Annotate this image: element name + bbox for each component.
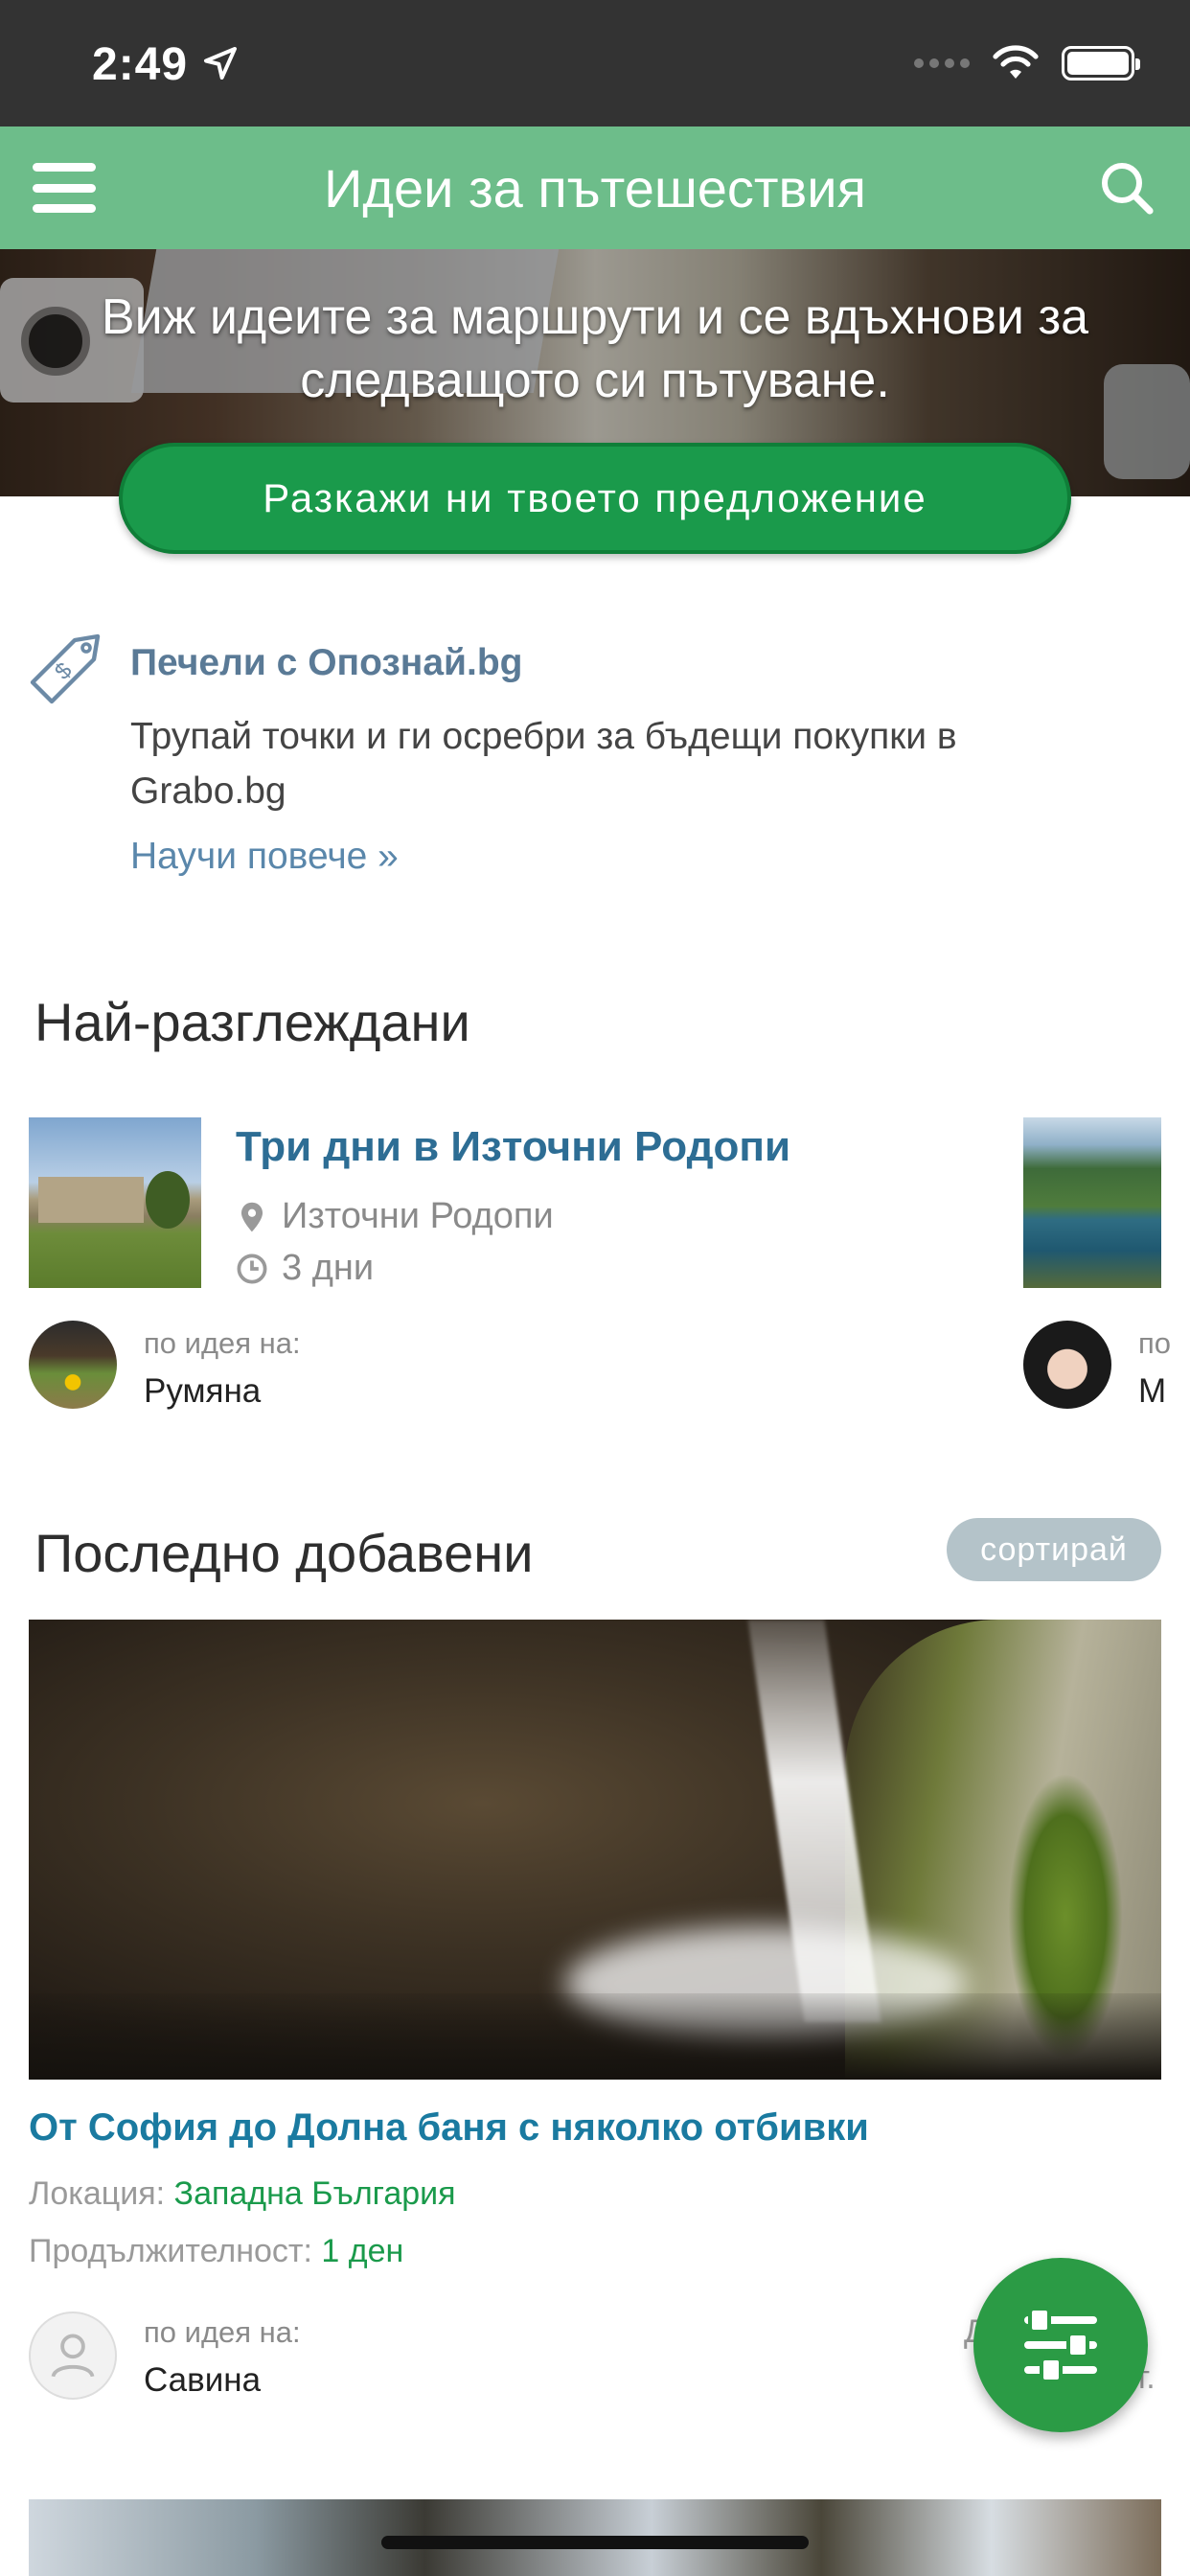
location-label: Локация: xyxy=(29,2175,166,2212)
location-pin-icon xyxy=(240,1202,263,1231)
most-viewed-location: Източни Родопи xyxy=(236,1196,554,1237)
status-bar: 2:49 xyxy=(0,0,1190,126)
status-time: 2:49 xyxy=(92,39,189,90)
user-placeholder-icon xyxy=(51,2334,95,2378)
most-viewed-thumbnail-next[interactable] xyxy=(1023,1117,1161,1288)
latest-item-duration: Продължителност: 1 ден xyxy=(29,2233,403,2270)
learn-more-link[interactable]: Научи повече » xyxy=(130,836,399,878)
status-indicators xyxy=(914,44,1140,82)
page-title: Идеи за пътешествия xyxy=(324,158,866,218)
home-indicator xyxy=(381,2536,809,2549)
avatar[interactable] xyxy=(29,2312,117,2400)
promo-title[interactable]: Печели с Опознай.bg xyxy=(130,642,522,684)
author-name-partial[interactable]: М xyxy=(1138,1372,1166,1411)
hero-text: Виж идеите за маршрути и се вдъхнови за … xyxy=(101,289,1089,408)
author-name[interactable]: Савина xyxy=(144,2361,261,2400)
latest-item-title[interactable]: От София до Долна баня с няколко отбивки xyxy=(29,2106,869,2150)
money-tag-icon: $ xyxy=(30,633,101,704)
duration-label: Продължителност: xyxy=(29,2233,312,2269)
location-text: Източни Родопи xyxy=(282,1196,554,1236)
author-label: по идея на: xyxy=(144,2315,301,2349)
wifi-icon xyxy=(993,45,1039,79)
latest-item-image[interactable] xyxy=(29,1620,1161,2080)
location-arrow-icon xyxy=(204,47,237,80)
submit-suggestion-button[interactable]: Разкажи ни твоето предложение xyxy=(119,443,1071,554)
nav-bar: Идеи за пътешествия xyxy=(0,126,1190,249)
promo-description: Трупай точки и ги осребри за бъдещи поку… xyxy=(130,716,957,812)
most-viewed-thumbnail[interactable] xyxy=(29,1117,201,1288)
avatar[interactable] xyxy=(1023,1321,1111,1409)
latest-heading: Последно добавени xyxy=(34,1523,534,1583)
author-label-partial: по xyxy=(1138,1326,1172,1360)
duration-text: 3 дни xyxy=(282,1248,375,1288)
battery-icon xyxy=(1062,46,1140,80)
search-icon[interactable] xyxy=(1098,159,1156,217)
avatar[interactable] xyxy=(29,1321,117,1409)
duration-value: 1 ден xyxy=(321,2233,404,2269)
filter-button[interactable] xyxy=(973,2258,1148,2432)
cellular-signal-icon xyxy=(914,58,970,68)
clock-icon xyxy=(237,1254,267,1283)
author-label: по идея на: xyxy=(144,1326,301,1360)
author-name[interactable]: Румяна xyxy=(144,1372,261,1411)
filter-sliders-icon xyxy=(1024,2307,1097,2383)
most-viewed-heading: Най-разглеждани xyxy=(34,992,470,1052)
most-viewed-duration: 3 дни xyxy=(236,1248,374,1289)
hamburger-icon[interactable] xyxy=(33,163,96,213)
location-value[interactable]: Западна България xyxy=(174,2175,456,2212)
latest-item-location: Локация: Западна България xyxy=(29,2175,456,2213)
most-viewed-title[interactable]: Три дни в Източни Родопи xyxy=(236,1123,790,1171)
sort-button[interactable]: сортирай xyxy=(947,1518,1161,1581)
